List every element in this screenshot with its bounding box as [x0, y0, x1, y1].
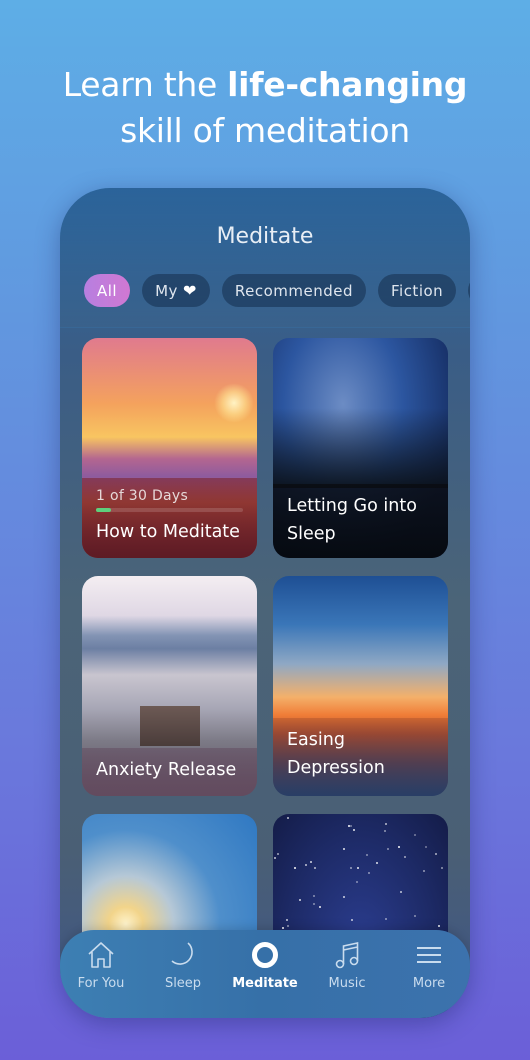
star	[365, 853, 368, 856]
star	[286, 919, 289, 922]
card-title: Easing Depression	[287, 730, 385, 778]
filter-chip-my-favorites[interactable]: My ❤	[142, 274, 210, 307]
star	[286, 925, 289, 928]
tab-label: For You	[77, 976, 125, 991]
phone-screen: 1 of 30 Days How to Meditate Letting Go …	[60, 188, 470, 1018]
music-note-icon	[306, 938, 388, 972]
star	[277, 852, 280, 855]
circle-icon	[224, 938, 306, 972]
chip-label: My	[155, 281, 178, 300]
filter-chip-all[interactable]: All	[84, 274, 131, 307]
header: Meditate All My ❤ Recommended Fiction	[60, 188, 470, 328]
headline-bold: life-changing	[227, 65, 468, 104]
session-card-easing-depression[interactable]: Easing Depression	[273, 576, 448, 796]
tab-label: Sleep	[164, 976, 202, 991]
star	[305, 864, 308, 867]
star	[435, 852, 438, 855]
tree-silhouette	[273, 408, 448, 488]
dock-image	[140, 706, 200, 746]
star	[425, 845, 428, 848]
star	[342, 848, 345, 851]
tab-label: Meditate	[232, 976, 298, 991]
tab-label: More	[412, 976, 446, 991]
star	[350, 918, 353, 921]
star	[414, 834, 417, 837]
star	[385, 918, 388, 921]
star	[368, 872, 371, 875]
star	[437, 925, 440, 928]
progress-fill	[96, 508, 111, 512]
star	[356, 881, 359, 884]
star	[347, 824, 350, 827]
star	[440, 867, 443, 870]
tab-more[interactable]: More	[388, 938, 470, 991]
promo-headline: Learn the life-changing skill of meditat…	[0, 62, 530, 154]
star	[383, 830, 386, 833]
star	[314, 867, 317, 870]
session-card-letting-go-into-sleep[interactable]: Letting Go into Sleep	[273, 338, 448, 558]
star	[313, 903, 316, 906]
card-caption: Letting Go into Sleep	[273, 484, 448, 558]
filter-chips: All My ❤ Recommended Fiction	[84, 274, 470, 307]
tab-music[interactable]: Music	[306, 938, 388, 991]
headline-line2: skill of meditation	[120, 111, 410, 150]
card-title: Letting Go into Sleep	[287, 496, 417, 544]
star	[400, 890, 403, 893]
screen-title: Meditate	[216, 224, 314, 249]
filter-chip-recommended[interactable]: Recommended	[221, 274, 366, 307]
star	[423, 870, 426, 873]
sun-glow	[214, 383, 254, 423]
star	[357, 866, 360, 869]
home-icon	[60, 938, 142, 972]
tab-sleep[interactable]: Sleep	[142, 938, 224, 991]
session-card-anxiety-release[interactable]: Anxiety Release	[82, 576, 257, 796]
card-caption: Anxiety Release	[82, 748, 257, 796]
heart-icon: ❤	[182, 281, 197, 300]
card-title: How to Meditate	[96, 522, 240, 542]
moon-icon	[142, 938, 224, 972]
star	[274, 857, 277, 860]
star	[281, 926, 284, 929]
filter-chip-next[interactable]	[468, 274, 470, 307]
star	[414, 915, 417, 918]
star	[343, 895, 346, 898]
session-card-how-to-meditate[interactable]: 1 of 30 Days How to Meditate	[82, 338, 257, 558]
star	[404, 856, 407, 859]
star	[384, 823, 387, 826]
filter-chip-fiction[interactable]: Fiction	[377, 274, 457, 307]
star	[398, 846, 401, 848]
headline-prefix: Learn the	[62, 65, 228, 104]
menu-icon	[388, 938, 470, 972]
tab-label: Music	[328, 976, 366, 991]
star	[293, 867, 296, 870]
card-subtitle: 1 of 30 Days	[96, 488, 189, 504]
star	[312, 894, 315, 897]
card-title: Anxiety Release	[96, 760, 237, 780]
star	[387, 847, 390, 850]
star	[299, 898, 302, 901]
tab-meditate[interactable]: Meditate	[224, 938, 306, 991]
tab-for-you[interactable]: For You	[60, 938, 142, 991]
card-caption: Easing Depression	[273, 718, 448, 796]
progress-bar	[96, 508, 243, 512]
star	[352, 829, 355, 831]
star	[318, 905, 321, 908]
star	[309, 861, 312, 864]
star	[286, 816, 289, 819]
star	[375, 862, 378, 865]
tab-bar: For You Sleep Meditate Music More	[60, 930, 470, 1018]
card-caption: 1 of 30 Days How to Meditate	[82, 478, 257, 558]
star	[349, 866, 352, 869]
